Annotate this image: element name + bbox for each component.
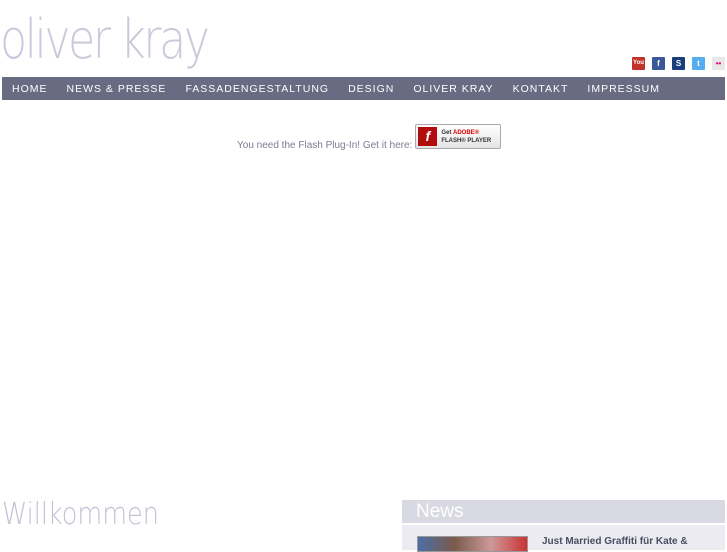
flickr-icon[interactable]: •• — [712, 57, 725, 70]
myspace-icon[interactable]: S — [672, 57, 685, 70]
youtube-icon[interactable]: You — [632, 57, 645, 70]
twitter-icon[interactable]: t — [692, 57, 705, 70]
flash-text: You need the Flash Plug-In! Get it here: — [237, 140, 413, 151]
site-logo[interactable]: oliver kray — [0, 10, 210, 70]
nav-fassadengestaltung[interactable]: FASSADENGESTALTUNG — [185, 83, 329, 95]
main-nav: HOME NEWS & PRESSE FASSADENGESTALTUNG DE… — [2, 77, 725, 100]
welcome-heading: Willkommen — [2, 497, 159, 532]
flash-notice: You need the Flash Plug-In! Get it here:… — [237, 124, 502, 151]
social-links: You f S t •• — [632, 57, 725, 70]
nav-impressum[interactable]: IMPRESSUM — [587, 83, 660, 95]
nav-kontakt[interactable]: KONTAKT — [513, 83, 569, 95]
news-item-title[interactable]: Just Married Graffiti für Kate & — [542, 536, 688, 547]
get-flash-player-button[interactable]: f Get ADOBE® FLASH® PLAYER — [415, 124, 502, 149]
news-thumbnail[interactable] — [417, 536, 528, 552]
nav-oliver-kray[interactable]: OLIVER KRAY — [413, 83, 493, 95]
facebook-icon[interactable]: f — [652, 57, 665, 70]
nav-home[interactable]: HOME — [12, 83, 48, 95]
nav-news-presse[interactable]: NEWS & PRESSE — [67, 83, 167, 95]
news-header: News — [402, 500, 725, 523]
news-title: News — [416, 501, 464, 522]
flash-icon: f — [418, 127, 438, 146]
news-list: Just Married Graffiti für Kate & — [402, 525, 725, 552]
nav-design[interactable]: DESIGN — [348, 83, 394, 95]
